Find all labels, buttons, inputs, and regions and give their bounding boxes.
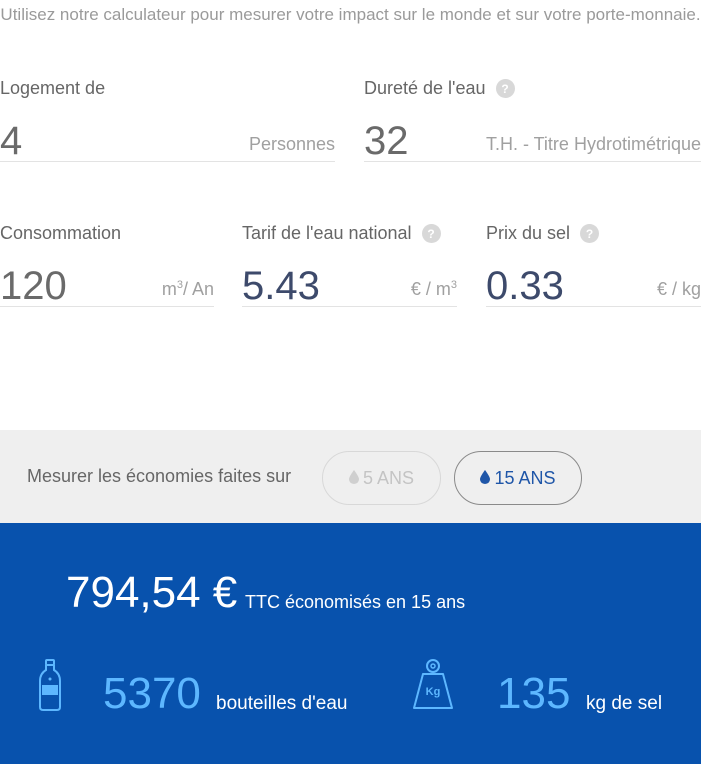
durete-value[interactable]: 32 — [364, 121, 409, 161]
tarif-help-icon[interactable]: ? — [421, 224, 441, 243]
intro-text: Utilisez notre calculateur pour mesurer … — [0, 5, 701, 24]
durete-unit: T.H. - Titre Hydrotimétrique — [485, 134, 701, 154]
sel-field: Prix du sel ? — [486, 223, 600, 244]
weight-kg-icon-text: Kg — [426, 686, 441, 698]
consommation-field: Consommation — [0, 223, 121, 244]
sel-input[interactable]: 0.33 € / kg — [486, 255, 701, 307]
salt-label: kg de sel — [586, 693, 663, 714]
sel-help-icon[interactable]: ? — [580, 224, 600, 243]
salt-value: 135 — [497, 669, 571, 718]
sel-unit: € / kg — [656, 279, 701, 299]
bottles-value: 5370 — [103, 669, 201, 718]
durete-field: Dureté de l'eau ? — [364, 78, 515, 99]
weight-kg-icon: Kg — [412, 658, 454, 715]
logement-input[interactable]: 4 Personnes — [0, 110, 335, 162]
tarif-value[interactable]: 5.43 — [242, 266, 320, 306]
period-5-years-button[interactable]: 5 ANS — [322, 451, 441, 505]
tarif-label: Tarif de l'eau national — [242, 223, 412, 243]
period-15-years-button[interactable]: 15 ANS — [454, 451, 582, 505]
logement-field: Logement de — [0, 78, 105, 99]
results-panel: 794,54 € TTC économisés en 15 ans 5370 b… — [0, 523, 701, 764]
consommation-value[interactable]: 120 — [0, 266, 67, 306]
logement-label: Logement de — [0, 78, 106, 98]
logement-unit: Personnes — [248, 134, 335, 154]
water-drop-icon — [480, 468, 491, 489]
savings-amount: 794,54 € — [66, 568, 238, 617]
durete-input[interactable]: 32 T.H. - Titre Hydrotimétrique — [364, 110, 701, 162]
period-15-years-label: 15 ANS — [494, 467, 556, 488]
tarif-field: Tarif de l'eau national ? — [242, 223, 441, 244]
durete-label: Dureté de l'eau — [364, 78, 486, 98]
consommation-unit: m3/ An — [161, 279, 214, 299]
durete-help-icon[interactable]: ? — [495, 79, 515, 98]
savings-period-bar: Mesurer les économies faites sur 5 ANS 1… — [0, 430, 701, 523]
consommation-input[interactable]: 120 m3/ An — [0, 255, 214, 307]
bottle-icon — [38, 659, 62, 716]
sel-label: Prix du sel — [486, 223, 571, 243]
tarif-unit: € / m3 — [410, 279, 457, 299]
bottles-label: bouteilles d'eau — [216, 693, 348, 714]
logement-value[interactable]: 4 — [0, 121, 22, 161]
water-drop-icon — [348, 468, 359, 489]
savings-caption: TTC économisés en 15 ans — [245, 592, 466, 612]
sel-value[interactable]: 0.33 — [486, 266, 564, 306]
consommation-label: Consommation — [0, 223, 122, 243]
period-5-years-label: 5 ANS — [362, 467, 415, 488]
savings-period-label: Mesurer les économies faites sur — [27, 466, 292, 486]
tarif-input[interactable]: 5.43 € / m3 — [242, 255, 457, 307]
